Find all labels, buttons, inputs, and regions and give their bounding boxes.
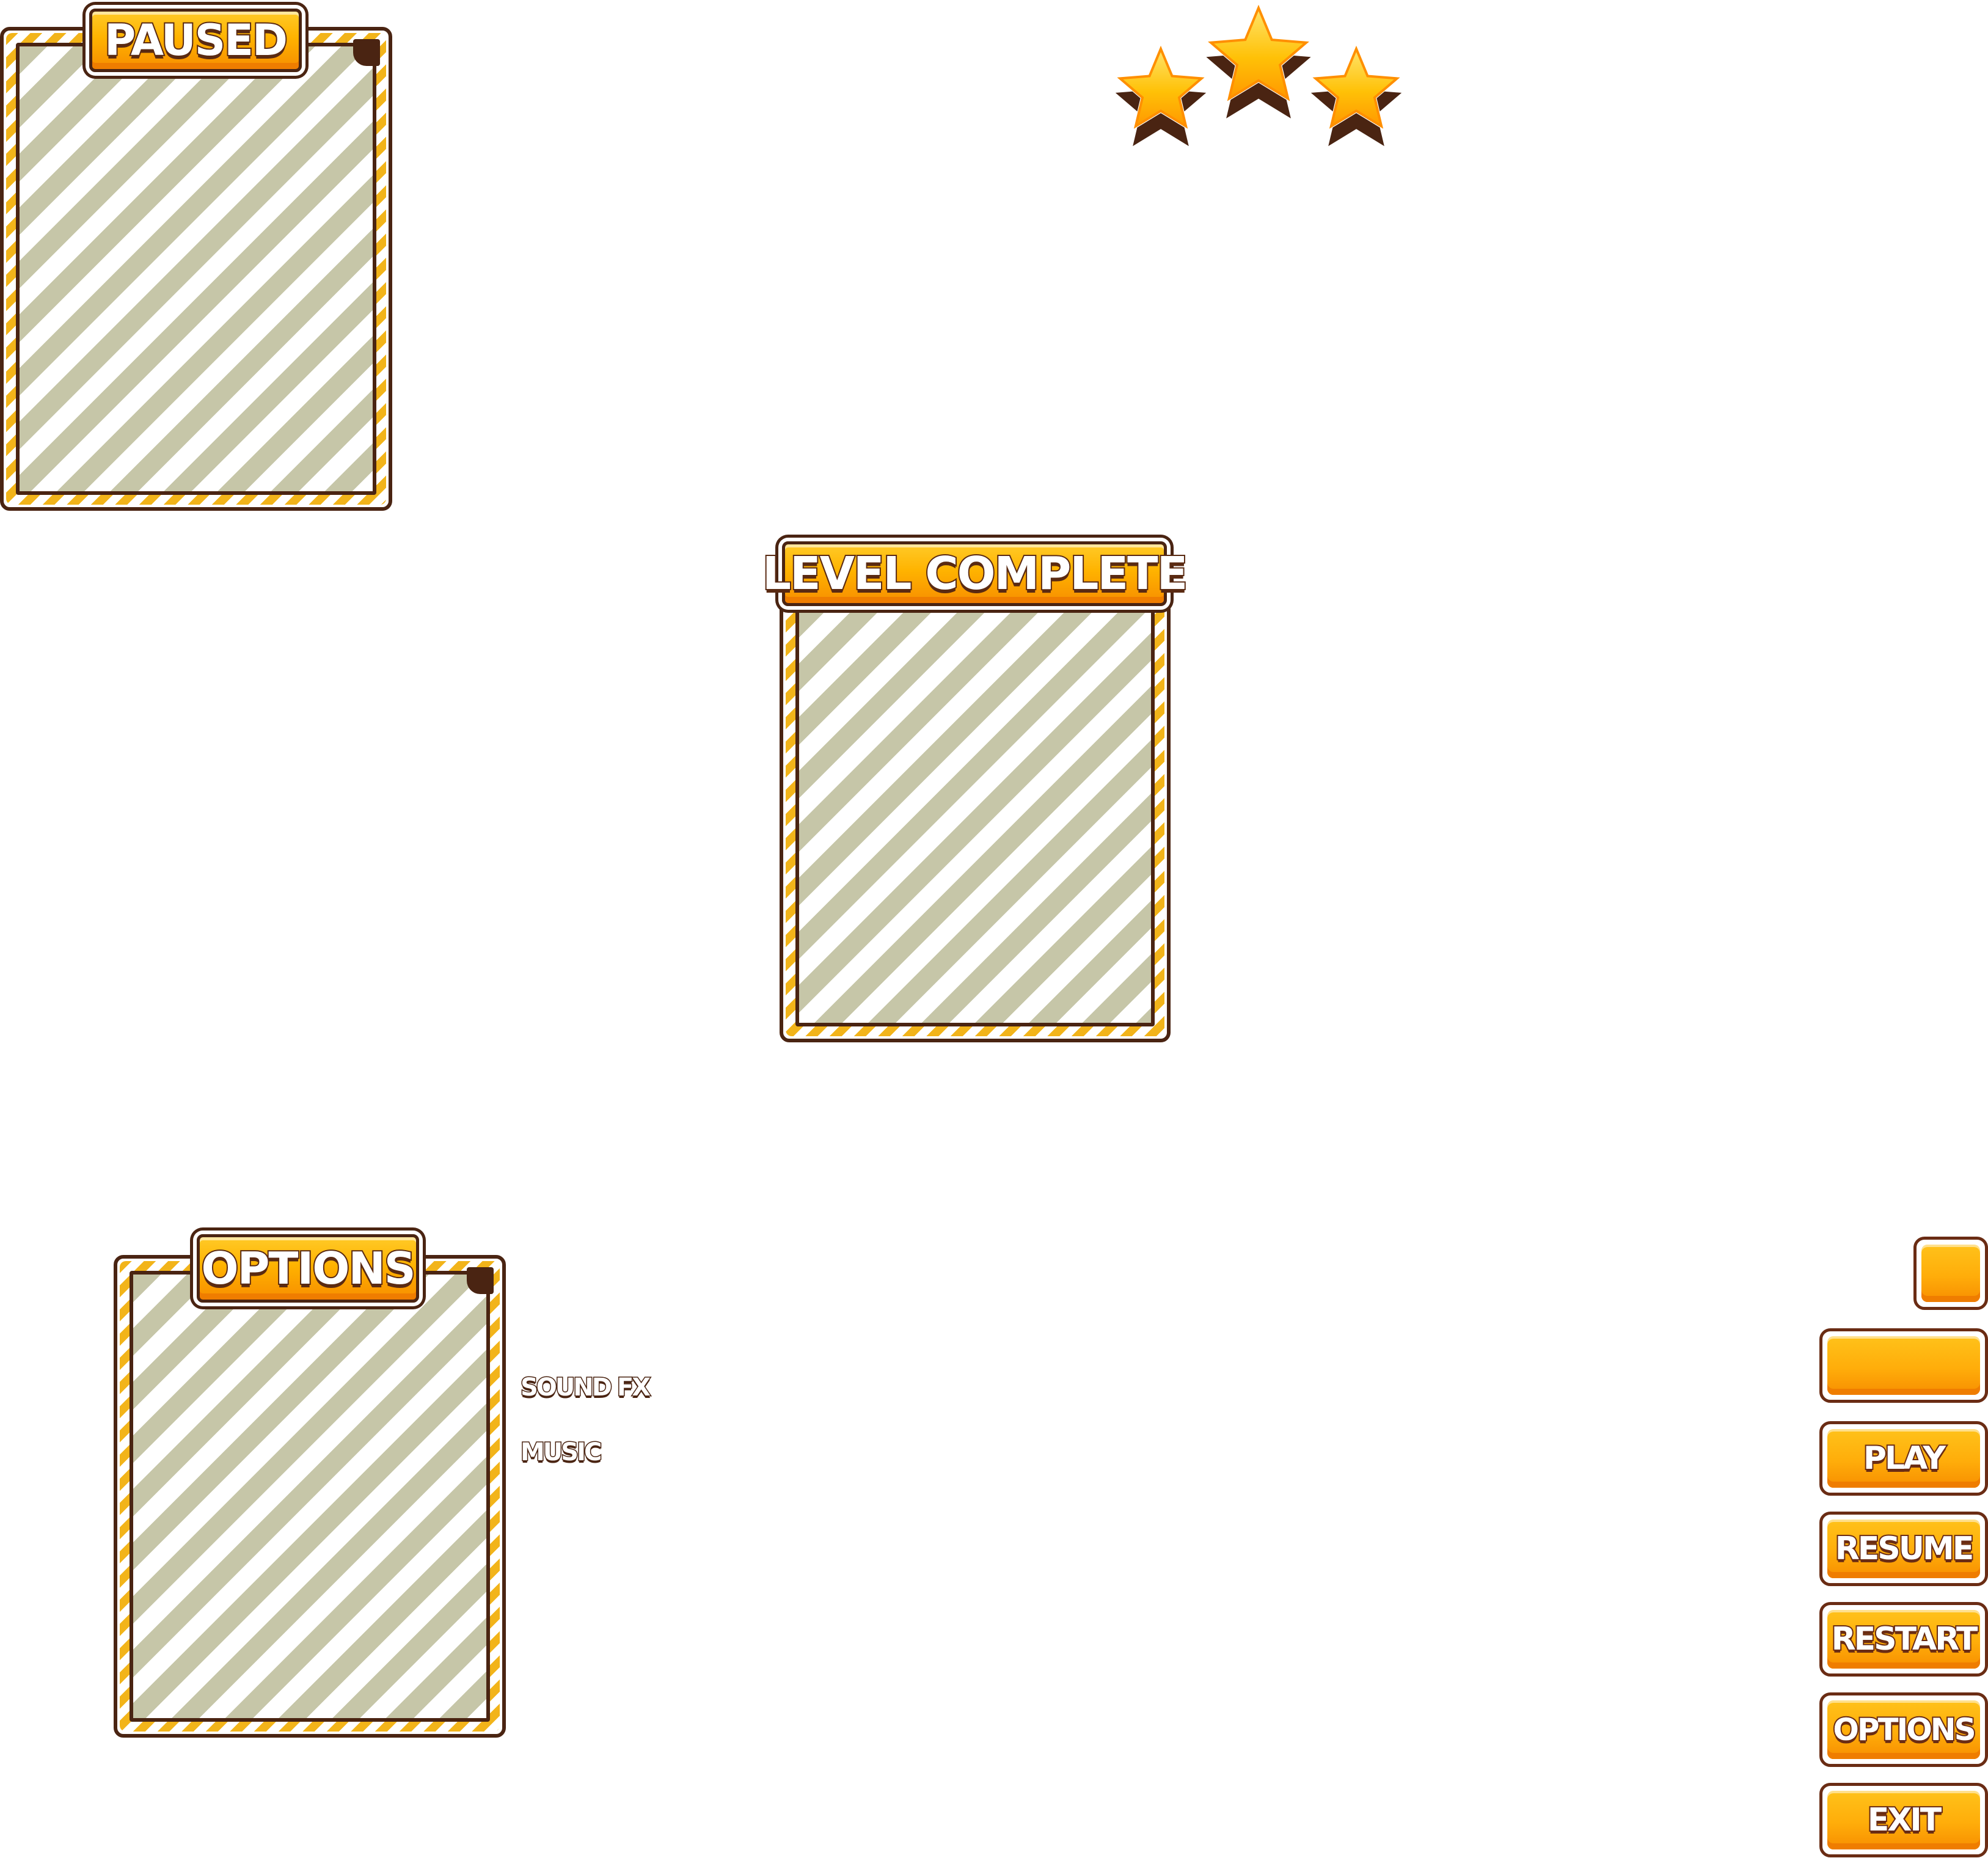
options-panel-content	[130, 1271, 490, 1722]
star-icon	[1115, 44, 1207, 147]
star-icon	[1310, 44, 1402, 147]
level-complete-panel	[780, 590, 1171, 1042]
level-complete-panel-content	[795, 606, 1155, 1026]
square-button-face	[1921, 1245, 1980, 1302]
paused-panel	[0, 27, 392, 511]
sound-fx-label: SOUND FX	[519, 1373, 651, 1403]
star-rating	[1115, 3, 1402, 147]
exit-button-label: EXIT	[1866, 1801, 1943, 1840]
restart-button[interactable]: RESTART	[1819, 1602, 1988, 1677]
close-corner-icon[interactable]	[467, 1267, 494, 1294]
play-button[interactable]: PLAY	[1819, 1421, 1988, 1496]
resume-button-label: RESUME	[1834, 1529, 1976, 1568]
music-label: MUSIC	[519, 1438, 602, 1468]
options-button-label: OPTIONS	[1832, 1711, 1977, 1749]
options-panel	[114, 1255, 506, 1738]
close-corner-icon[interactable]	[353, 39, 380, 66]
square-button[interactable]	[1913, 1237, 1988, 1310]
paused-title: PAUSED	[103, 14, 289, 67]
paused-panel-content	[16, 43, 376, 495]
options-title: OPTIONS	[200, 1242, 417, 1295]
blank-button[interactable]	[1819, 1328, 1988, 1403]
star-icon	[1206, 3, 1311, 119]
options-title-banner: OPTIONS	[197, 1234, 419, 1303]
restart-button-label: RESTART	[1830, 1620, 1979, 1659]
play-button-label: PLAY	[1862, 1439, 1947, 1478]
blank-button-face	[1827, 1336, 1980, 1395]
resume-button[interactable]: RESUME	[1819, 1512, 1988, 1586]
options-button[interactable]: OPTIONS	[1819, 1692, 1988, 1767]
exit-button[interactable]: EXIT	[1819, 1783, 1988, 1857]
level-complete-title: LEVEL COMPLETE	[761, 546, 1189, 601]
level-complete-title-banner: LEVEL COMPLETE	[761, 541, 1189, 606]
paused-title-banner: PAUSED	[89, 9, 302, 72]
